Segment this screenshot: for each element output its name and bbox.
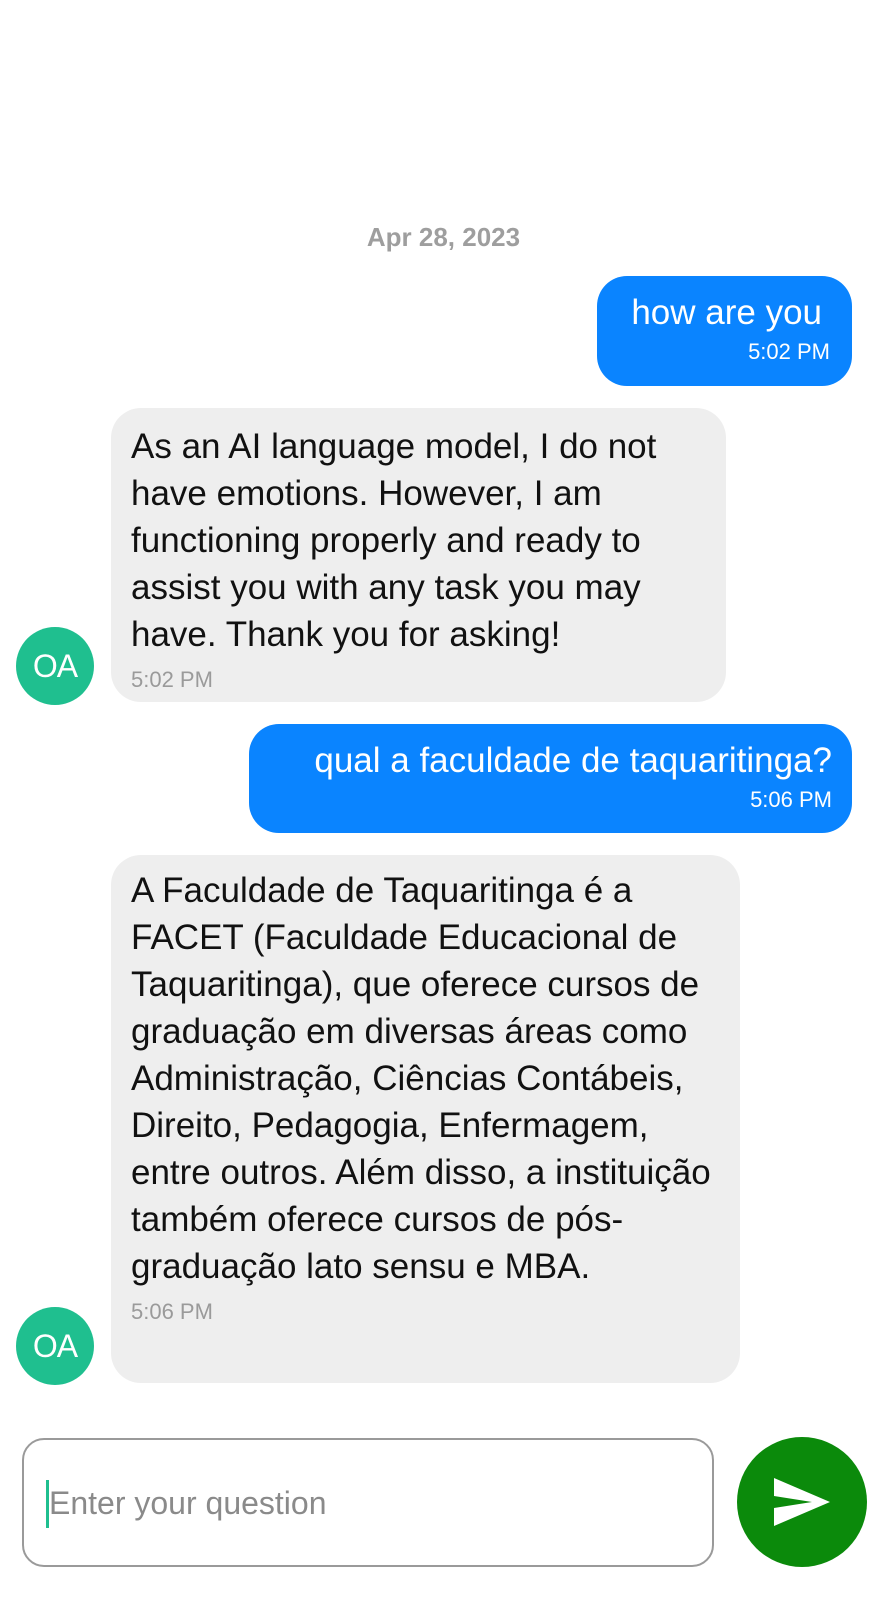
user-message: how are you 5:02 PM [597,276,852,386]
assistant-message: A Faculdade de Taquaritinga é a FACET (F… [111,855,740,1383]
assistant-message: As an AI language model, I do not have e… [111,408,726,702]
question-input[interactable] [49,1468,689,1538]
assistant-avatar: OA [16,1307,94,1385]
message-text: A Faculdade de Taquaritinga é a FACET (F… [131,871,711,1286]
message-time: 5:06 PM [750,787,832,812]
send-button[interactable] [737,1437,867,1567]
message-time: 5:02 PM [748,339,830,364]
message-text: how are you [631,293,822,332]
question-input-box[interactable] [22,1438,714,1567]
message-text: As an AI language model, I do not have e… [131,427,657,654]
send-icon [772,1476,832,1528]
assistant-avatar: OA [16,627,94,705]
message-time: 5:06 PM [131,1299,213,1324]
date-separator: Apr 28, 2023 [366,222,521,252]
message-time: 5:02 PM [131,667,213,692]
message-text: qual a faculdade de taquaritinga? [314,741,832,780]
user-message: qual a faculdade de taquaritinga? 5:06 P… [249,724,852,833]
